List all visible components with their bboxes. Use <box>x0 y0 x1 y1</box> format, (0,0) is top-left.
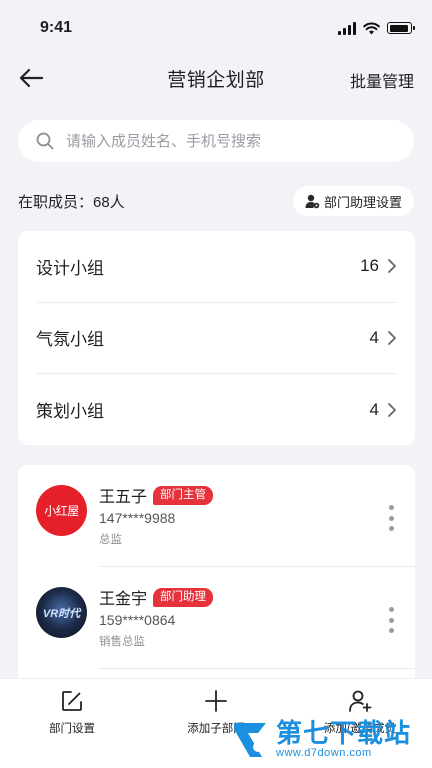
watermark-logo-icon <box>234 723 266 757</box>
group-name: 气氛小组 <box>36 330 104 350</box>
member-row[interactable]: VR时代 王金宇 部门助理 159****0864 销售总监 <box>18 567 415 669</box>
edit-icon <box>62 691 82 711</box>
member-row[interactable]: 小红屋 王五子 部门主管 147****9988 总监 <box>18 465 415 567</box>
search-input[interactable] <box>66 132 386 150</box>
plus-icon <box>205 690 227 712</box>
chevron-right-icon <box>388 259 396 274</box>
members-list: 小红屋 王五子 部门主管 147****9988 总监 VR时代 王金宇 部门助… <box>18 465 415 705</box>
battery-level <box>389 24 408 32</box>
avatar-logo-text: VR时代 <box>42 607 81 620</box>
divider <box>98 668 415 669</box>
chevron-right-icon <box>388 330 396 345</box>
member-summary: 在职成员：68人 部门助理设置 <box>18 186 414 216</box>
group-row[interactable]: 设计小组 16 <box>36 231 397 303</box>
wifi-icon <box>363 21 380 34</box>
member-name: 王五子 <box>99 489 148 506</box>
watermark-title: 第七下载站 <box>276 718 412 748</box>
member-phone: 159****0864 <box>99 612 176 628</box>
group-name: 设计小组 <box>36 258 104 278</box>
role-badge: 部门主管 <box>153 485 214 505</box>
assistant-settings-button[interactable]: 部门助理设置 <box>292 186 414 216</box>
more-options-icon[interactable] <box>385 505 397 531</box>
nav-bar: 营销企划部 批量管理 <box>0 56 432 100</box>
avatar-logo-text: 小红屋 <box>44 504 79 518</box>
status-icons <box>338 21 415 35</box>
groups-list: 设计小组 16 气氛小组 4 策划小组 4 <box>18 231 415 445</box>
status-time: 9:41 <box>40 19 73 36</box>
more-options-icon[interactable] <box>385 607 397 633</box>
member-name: 王金宇 <box>99 591 148 608</box>
watermark-url: www.d7down.com <box>276 747 372 759</box>
group-count: 4 <box>369 399 379 419</box>
watermark: 第七下载站 www.d7down.com <box>228 714 428 764</box>
user-settings-icon <box>305 194 320 208</box>
cellular-signal-icon <box>338 21 356 35</box>
member-title: 销售总监 <box>99 636 145 648</box>
group-count: 16 <box>360 256 379 276</box>
chevron-right-icon <box>388 402 396 417</box>
avatar: 小红屋 <box>36 485 87 536</box>
page-title: 营销企划部 <box>167 69 265 91</box>
member-phone: 147****9988 <box>99 510 176 526</box>
battery-icon <box>387 22 415 34</box>
group-name: 策划小组 <box>36 402 104 422</box>
group-row[interactable]: 气氛小组 4 <box>36 303 397 374</box>
member-title: 总监 <box>99 534 122 546</box>
group-count: 4 <box>369 327 379 347</box>
arrow-left-icon <box>19 68 44 88</box>
status-bar: 9:41 <box>0 0 432 56</box>
search-bar[interactable] <box>18 120 414 162</box>
department-settings-button[interactable]: 部门设置 <box>12 689 132 768</box>
search-icon <box>36 132 54 150</box>
back-button[interactable] <box>16 64 46 92</box>
add-user-icon <box>349 690 372 712</box>
group-row[interactable]: 策划小组 4 <box>36 374 397 446</box>
role-badge: 部门助理 <box>153 587 214 607</box>
tab-label: 部门设置 <box>49 723 95 735</box>
member-count: 在职成员：68人 <box>18 193 125 211</box>
batch-manage-button[interactable]: 批量管理 <box>350 68 414 92</box>
assistant-settings-label: 部门助理设置 <box>323 194 402 210</box>
avatar: VR时代 <box>36 587 87 638</box>
